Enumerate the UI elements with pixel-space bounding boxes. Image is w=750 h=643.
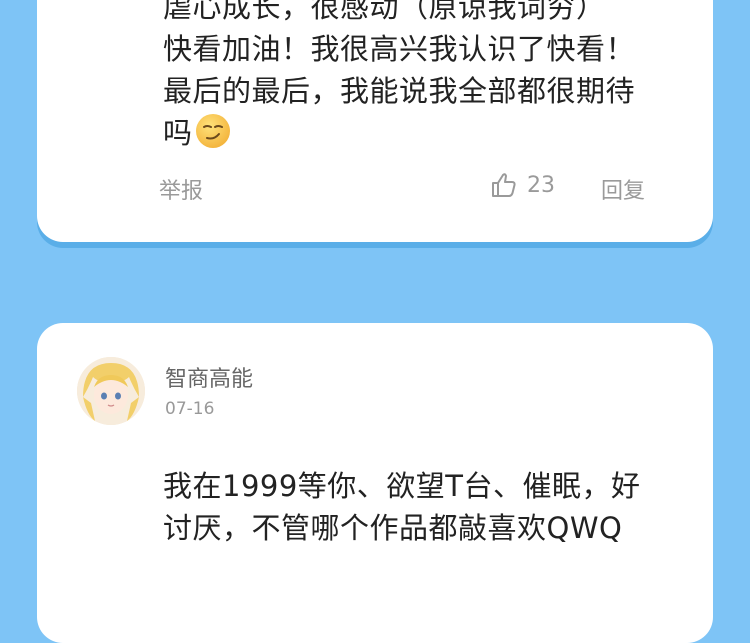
- comment-line: 快看加油！我很高兴我认识了快看！: [163, 32, 636, 66]
- comment-card: 智商高能 07-16 我在1999等你、欲望T台、催眠，好 讨厌，不管哪个作品都…: [37, 323, 713, 643]
- like-count: 23: [527, 172, 555, 198]
- smirk-emoji-icon: [195, 114, 230, 148]
- comment-line: 我在1999等你、欲望T台、催眠，好: [163, 469, 641, 503]
- thumbs-up-icon: [492, 173, 516, 197]
- like-button[interactable]: 23: [489, 170, 555, 200]
- comment-text: 虐心成长，很感动（原谅我词穷） 快看加油！我很高兴我认识了快看！ 最后的最后，我…: [163, 0, 673, 154]
- comment-actions: 举报 23 回复: [37, 173, 713, 209]
- username[interactable]: 智商高能: [165, 361, 253, 393]
- comment-line: 最后的最后，我能说我全部都很期待: [163, 74, 636, 108]
- reply-button[interactable]: 回复: [601, 173, 645, 205]
- avatar[interactable]: [77, 357, 145, 425]
- comment-text: 我在1999等你、欲望T台、催眠，好 讨厌，不管哪个作品都敲喜欢QWQ: [163, 465, 673, 549]
- comment-line: 吗: [163, 116, 193, 150]
- comment-card: 虐心成长，很感动（原谅我词穷） 快看加油！我很高兴我认识了快看！ 最后的最后，我…: [37, 0, 713, 242]
- comment-line: 讨厌，不管哪个作品都敲喜欢QWQ: [163, 511, 623, 545]
- comment-line: 虐心成长，很感动（原谅我词穷）: [163, 0, 606, 24]
- comment-date: 07-16: [165, 399, 215, 419]
- report-button[interactable]: 举报: [159, 173, 203, 205]
